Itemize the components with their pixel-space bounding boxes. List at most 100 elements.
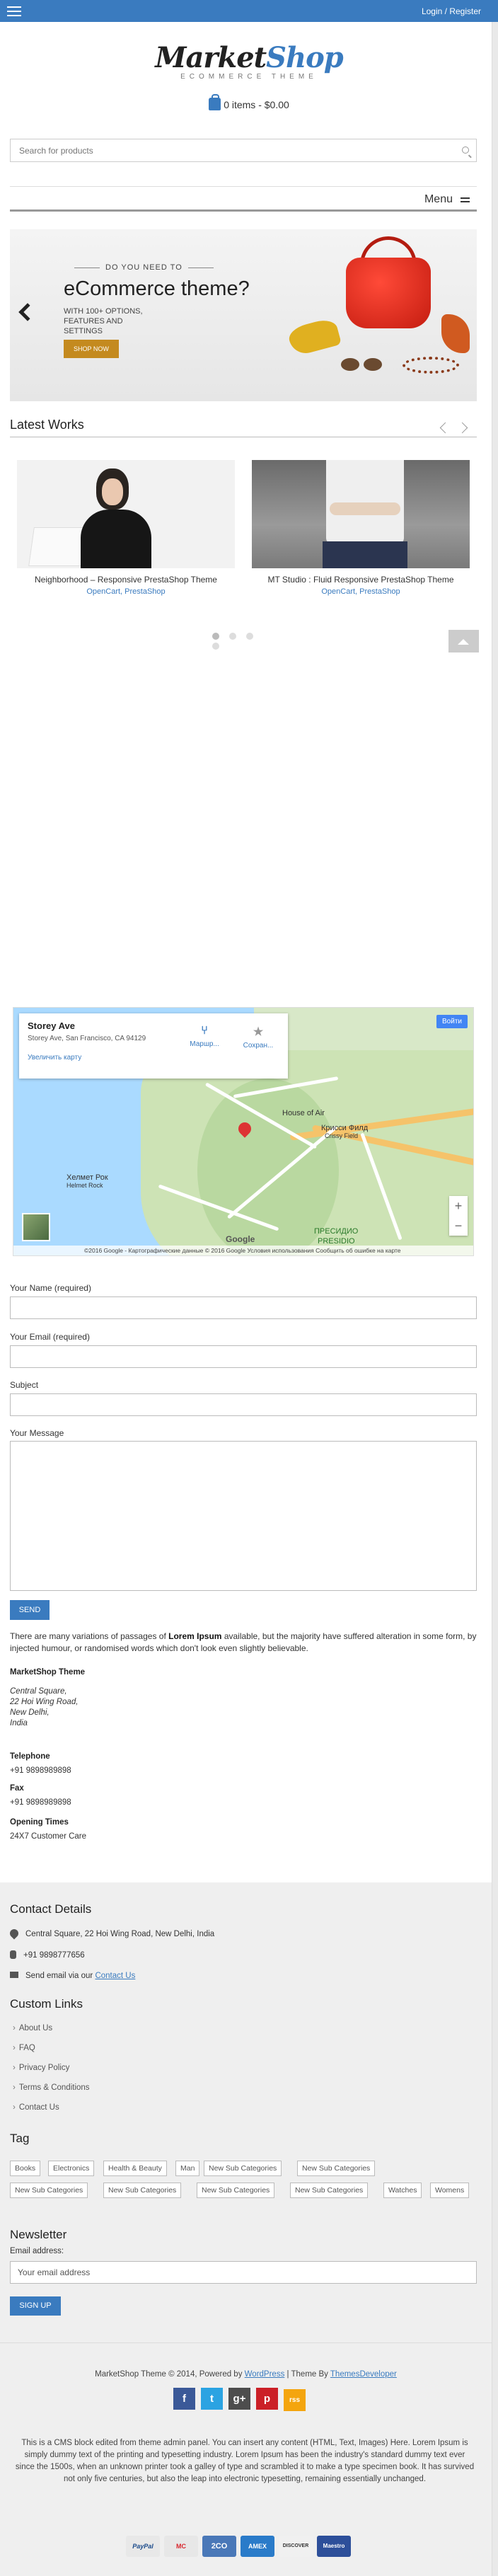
google-map[interactable]: Storey Ave Storey Ave, San Francisco, CA…	[13, 1007, 474, 1256]
tag-link[interactable]: New Sub Categories	[103, 2183, 182, 2198]
work-thumbnail[interactable]	[17, 460, 235, 568]
tag-link[interactable]: New Sub Categories	[197, 2183, 275, 2198]
tag-link[interactable]: Books	[10, 2161, 41, 2176]
enlarge-map-link[interactable]: Увеличить карту	[28, 1054, 279, 1062]
tag-link[interactable]: Womens	[430, 2183, 470, 2198]
tag-link[interactable]: New Sub Categories	[297, 2161, 376, 2176]
cart-summary[interactable]: 0 items - $0.00	[0, 94, 498, 110]
name-field[interactable]	[10, 1296, 477, 1319]
menu-lines-icon[interactable]	[461, 197, 470, 205]
footer-link-faq[interactable]: FAQ	[13, 2044, 35, 2052]
search-icon[interactable]	[462, 146, 469, 154]
zoom-in-icon[interactable]: +	[449, 1196, 468, 1216]
hamburger-menu-icon[interactable]	[7, 6, 21, 16]
directions-button[interactable]: ⑂ Маршр...	[185, 1025, 224, 1048]
map-signin-button[interactable]: Войти	[436, 1015, 468, 1028]
scroll-to-top-button[interactable]	[448, 630, 479, 652]
tag-link[interactable]: Watches	[383, 2183, 422, 2198]
facebook-icon[interactable]: f	[173, 2388, 195, 2410]
contact-us-link[interactable]: Contact Us	[95, 1972, 135, 1980]
chevron-left-icon[interactable]	[439, 422, 451, 434]
work-caption[interactable]: Neighborhood – Responsive PrestaShop The…	[17, 575, 235, 585]
carousel-dot[interactable]	[212, 643, 219, 650]
carousel-dot[interactable]	[212, 633, 219, 640]
contact-details-heading: Contact Details	[10, 1902, 92, 1916]
send-button[interactable]: SEND	[10, 1600, 50, 1620]
map-label: ПРЕСИДИО	[314, 1227, 359, 1236]
rss-icon[interactable]: rss	[284, 2389, 306, 2411]
address-line: Central Square,	[10, 1687, 67, 1696]
wordpress-link[interactable]: WordPress	[245, 2370, 285, 2379]
work-item[interactable]: MT Studio : Fluid Responsive PrestaShop …	[252, 460, 470, 596]
save-button[interactable]: ★ Сохран...	[238, 1025, 278, 1050]
directions-icon: ⑂	[201, 1025, 208, 1037]
google-logo: Google	[226, 1234, 255, 1244]
tag-link[interactable]: New Sub Categories	[10, 2183, 88, 2198]
contact-phone: +91 9898777656	[10, 1950, 85, 1960]
logo-subtitle: ECOMMERCE THEME	[180, 73, 318, 81]
site-logo[interactable]: MarketShop ECOMMERCE THEME	[0, 41, 498, 81]
googleplus-icon[interactable]: g+	[228, 2388, 250, 2410]
work-thumbnail[interactable]	[252, 460, 470, 568]
work-caption[interactable]: MT Studio : Fluid Responsive PrestaShop …	[252, 575, 470, 585]
footer-link-terms[interactable]: Terms & Conditions	[13, 2083, 90, 2092]
latest-works-heading: Latest Works	[10, 418, 84, 432]
banner-description: WITH 100+ OPTIONS, FEATURES AND SETTINGS	[64, 307, 143, 335]
pinterest-icon[interactable]: p	[256, 2388, 278, 2410]
search-input[interactable]	[11, 139, 442, 161]
newsletter-heading: Newsletter	[10, 2228, 67, 2241]
star-icon: ★	[253, 1026, 264, 1038]
map-place-card: Storey Ave Storey Ave, San Francisco, CA…	[19, 1013, 288, 1079]
hero-banner[interactable]: DO YOU NEED TO eCommerce theme? WITH 100…	[10, 229, 477, 401]
tag-link[interactable]: New Sub Categories	[204, 2161, 282, 2176]
tag-link[interactable]: Electronics	[48, 2161, 95, 2176]
email-field[interactable]	[10, 1345, 477, 1368]
map-label: House of Air	[282, 1109, 325, 1117]
email-label: Your Email (required)	[10, 1332, 90, 1342]
store-address-block: MarketShop Theme Central Square, 22 Hoi W…	[10, 1667, 85, 1729]
carousel-pagination	[212, 632, 276, 650]
zoom-out-icon[interactable]: −	[449, 1216, 468, 1236]
shop-now-button[interactable]: SHOP NOW	[64, 340, 119, 358]
signup-button[interactable]: SIGN UP	[10, 2296, 61, 2316]
tag-link[interactable]: New Sub Categories	[290, 2183, 369, 2198]
carousel-dot[interactable]	[229, 633, 236, 640]
contact-address: Central Square, 22 Hoi Wing Road, New De…	[8, 1927, 215, 1940]
search-bar	[10, 139, 477, 162]
footer-link-privacy[interactable]: Privacy Policy	[13, 2064, 70, 2072]
work-tags[interactable]: OpenCart, PrestaShop	[252, 587, 470, 596]
location-pin-icon	[8, 1927, 21, 1940]
about-text-pre: There are many variations of passages of	[10, 1631, 169, 1641]
paypal-icon: PayPal	[126, 2536, 160, 2557]
work-tags[interactable]: OpenCart, PrestaShop	[17, 587, 235, 596]
chevron-left-icon[interactable]	[18, 303, 37, 321]
footer-link-about[interactable]: About Us	[13, 2024, 52, 2032]
chevron-right-icon[interactable]	[456, 422, 468, 434]
subject-field[interactable]	[10, 1393, 477, 1416]
map-label: Хелмет Рок	[66, 1173, 108, 1182]
opening-times-value: 24X7 Customer Care	[10, 1832, 87, 1841]
scrollbar-rail[interactable]	[492, 22, 498, 2576]
newsletter-email-field[interactable]: Your email address	[10, 2261, 477, 2284]
street-view-thumbnail[interactable]	[22, 1213, 50, 1241]
payment-methods: PayPal MC 2CO AMEX DISCOVER Maestro	[126, 2536, 355, 2557]
message-label: Your Message	[10, 1428, 64, 1438]
2co-icon: 2CO	[202, 2536, 236, 2557]
footer-link-contact[interactable]: Contact Us	[13, 2103, 59, 2112]
banner-title: eCommerce theme?	[64, 277, 250, 300]
map-attribution[interactable]: ©2016 Google - Картографические данные ©…	[13, 1246, 473, 1255]
about-text: There are many variations of passages of…	[10, 1631, 477, 1655]
twitter-icon[interactable]: t	[201, 2388, 223, 2410]
work-item[interactable]: Neighborhood – Responsive PrestaShop The…	[17, 460, 235, 596]
map-zoom-control[interactable]: + −	[449, 1196, 468, 1236]
tag-link[interactable]: Health & Beauty	[103, 2161, 167, 2176]
message-field[interactable]	[10, 1441, 477, 1591]
login-register-link[interactable]: Login / Register	[422, 6, 481, 16]
menu-toggle-label[interactable]: Menu	[424, 193, 453, 206]
tag-link[interactable]: Man	[175, 2161, 200, 2176]
carousel-dot[interactable]	[246, 633, 253, 640]
banner-pretitle: DO YOU NEED TO	[74, 263, 214, 272]
themesdeveloper-link[interactable]: ThemesDeveloper	[330, 2370, 397, 2379]
contact-address-text: Central Square, 22 Hoi Wing Road, New De…	[25, 1930, 215, 1938]
handbag-image	[346, 258, 431, 328]
